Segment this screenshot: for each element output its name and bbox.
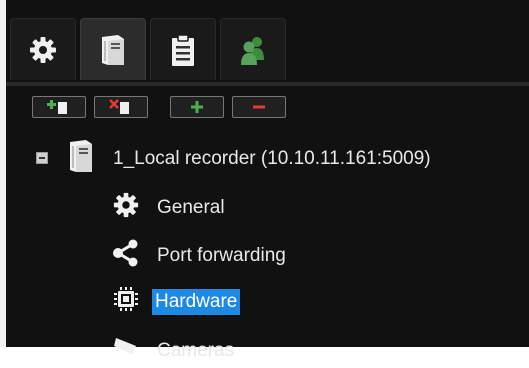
tree-item-label: Port forwarding bbox=[157, 245, 286, 266]
tree-expander-collapse[interactable] bbox=[36, 152, 48, 164]
tab-bar bbox=[10, 18, 290, 82]
remove-recorder-button[interactable] bbox=[94, 96, 148, 118]
gear-icon bbox=[112, 191, 140, 225]
tree-item-general[interactable]: General bbox=[112, 191, 228, 225]
tab-settings[interactable] bbox=[10, 18, 76, 80]
share-icon bbox=[112, 239, 140, 273]
tree-item-label: Cameras bbox=[157, 340, 235, 361]
remove-button[interactable] bbox=[232, 96, 286, 118]
tree-item-hardware[interactable]: Hardware bbox=[112, 284, 241, 320]
tree-item-cameras[interactable]: Cameras bbox=[112, 334, 237, 368]
gear-icon bbox=[28, 35, 58, 65]
add-recorder-button[interactable] bbox=[32, 96, 86, 118]
plus-icon bbox=[190, 100, 204, 114]
tab-strip-underline bbox=[6, 82, 529, 86]
tree-item-local-recorder[interactable]: 1_Local recorder (10.10.11.161:5009) bbox=[66, 139, 434, 179]
panel-left-border bbox=[0, 0, 6, 347]
users-icon bbox=[238, 34, 268, 66]
tree-item-label: 1_Local recorder (10.10.11.161:5009) bbox=[113, 148, 431, 169]
add-server-icon bbox=[47, 99, 71, 115]
tree-item-port-forwarding[interactable]: Port forwarding bbox=[112, 239, 289, 273]
remove-server-icon bbox=[109, 99, 133, 115]
server-tower-icon bbox=[66, 138, 96, 180]
tab-users[interactable] bbox=[220, 18, 286, 80]
add-button[interactable] bbox=[170, 96, 224, 118]
tree-item-label-selected: Hardware bbox=[152, 289, 241, 315]
clipboard-icon bbox=[169, 33, 197, 67]
minus-icon bbox=[252, 100, 266, 114]
tab-recorder[interactable] bbox=[80, 18, 146, 80]
server-tower-icon bbox=[98, 33, 128, 67]
tab-clipboard[interactable] bbox=[150, 18, 216, 80]
tree-item-label: General bbox=[157, 197, 225, 218]
chip-icon bbox=[112, 285, 140, 319]
camera-icon bbox=[112, 334, 140, 368]
